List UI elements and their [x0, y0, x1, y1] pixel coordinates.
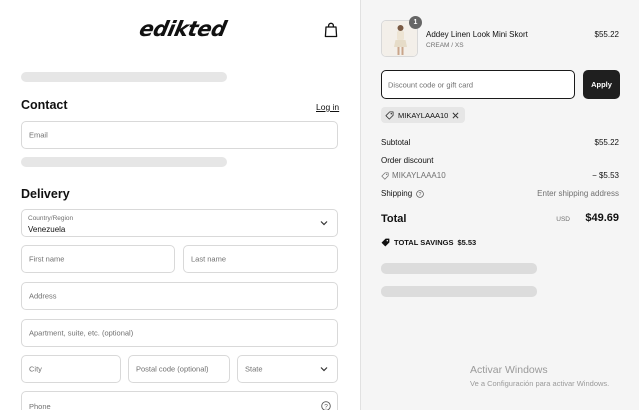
last-name-placeholder: Last name	[191, 254, 227, 264]
country-label: Country/Region	[28, 215, 74, 222]
discount-code-placeholder: Discount code or gift card	[388, 80, 474, 89]
svg-text:edikted: edikted	[137, 17, 230, 42]
windows-activation-subtitle: Ve a Configuración para activar Windows.	[470, 379, 610, 388]
order-summary-panel: 1 Addey Linen Look Mini Skort CREAM / XS…	[360, 0, 639, 410]
chevron-down-icon	[320, 367, 328, 372]
last-name-field[interactable]: Last name	[183, 245, 338, 273]
applied-discount-tag: MIKAYLAAA10	[381, 107, 466, 123]
tag-icon	[385, 110, 394, 120]
email-placeholder: Email	[29, 130, 48, 140]
order-discount-label: Order discount	[381, 156, 434, 165]
summary-skeleton	[381, 263, 537, 274]
shipping-value: Enter shipping address	[537, 189, 619, 198]
email-field[interactable]: Email	[21, 121, 338, 149]
chevron-down-icon	[320, 221, 328, 226]
total-currency: USD	[556, 216, 570, 223]
apply-button[interactable]: Apply	[583, 70, 620, 99]
apartment-field[interactable]: Apartment, suite, etc. (optional)	[21, 319, 338, 347]
city-field[interactable]: City	[21, 355, 121, 383]
postal-code-field[interactable]: Postal code (optional)	[128, 355, 230, 383]
address-placeholder: Address	[29, 291, 57, 301]
total-savings-row: TOTAL SAVINGS $5.53	[381, 238, 476, 247]
total-savings-label: TOTAL SAVINGS	[394, 238, 454, 247]
phone-field[interactable]: Phone ?	[21, 391, 338, 410]
summary-skeleton	[381, 286, 537, 297]
order-discount-value: − $5.53	[592, 171, 619, 180]
newsletter-skeleton	[21, 157, 227, 167]
contact-title: Contact	[21, 98, 68, 112]
applied-discount-code: MIKAYLAAA10	[398, 110, 449, 120]
total-label: Total	[381, 213, 407, 225]
product-name: Addey Linen Look Mini Skort	[426, 30, 528, 39]
checkout-form-panel: edikted Contact Log in Email Delivery Co…	[0, 0, 360, 410]
brand-logo-mark: edikted	[137, 17, 230, 42]
postal-code-placeholder: Postal code (optional)	[136, 364, 209, 374]
remove-discount-icon[interactable]	[452, 112, 459, 119]
express-checkout-skeleton	[21, 72, 227, 82]
city-placeholder: City	[29, 364, 42, 374]
subtotal-value: $55.22	[594, 138, 619, 147]
phone-placeholder: Phone	[29, 402, 51, 410]
country-value: Venezuela	[28, 225, 66, 234]
country-select[interactable]: Country/Region Venezuela	[21, 209, 338, 237]
svg-text:?: ?	[419, 191, 422, 197]
state-select[interactable]: State	[237, 355, 338, 383]
login-link[interactable]: Log in	[316, 102, 339, 112]
help-circle-icon[interactable]: ?	[416, 189, 424, 198]
first-name-field[interactable]: First name	[21, 245, 175, 273]
total-savings-value: $5.53	[457, 238, 477, 247]
product-price: $55.22	[594, 30, 619, 39]
state-placeholder: State	[245, 364, 263, 374]
shipping-label: Shipping	[381, 189, 413, 198]
product-variant: CREAM / XS	[426, 42, 464, 49]
svg-text:?: ?	[324, 403, 328, 410]
subtotal-label: Subtotal	[381, 138, 411, 147]
discount-code-input[interactable]: Discount code or gift card	[381, 70, 575, 99]
shipping-row: Shipping ?	[381, 189, 424, 198]
brand-logo[interactable]: edikted	[132, 14, 232, 44]
help-circle-icon[interactable]: ?	[321, 401, 331, 410]
delivery-title: Delivery	[21, 187, 70, 201]
tag-icon	[381, 171, 389, 180]
tag-icon	[381, 238, 390, 247]
shopping-bag-icon[interactable]	[324, 22, 338, 38]
order-discount-code: MIKAYLAAA10	[392, 171, 446, 180]
windows-activation-title: Activar Windows	[470, 364, 548, 376]
total-value: $49.69	[585, 212, 619, 224]
first-name-placeholder: First name	[29, 254, 65, 264]
apartment-placeholder: Apartment, suite, etc. (optional)	[29, 328, 134, 338]
order-discount-code-row: MIKAYLAAA10	[381, 171, 446, 180]
address-field[interactable]: Address	[21, 282, 338, 310]
quantity-badge: 1	[409, 16, 422, 29]
